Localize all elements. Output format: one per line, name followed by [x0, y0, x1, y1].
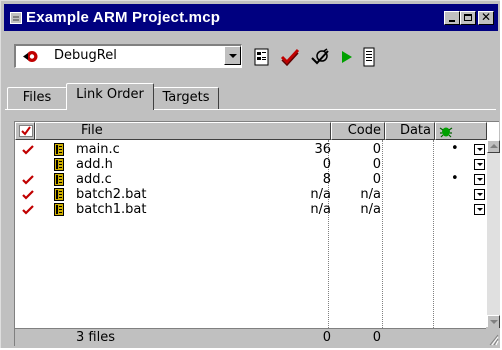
- file-name: batch2.bat: [76, 187, 147, 202]
- target-icon: [23, 51, 38, 62]
- target-value: DebugRel: [54, 48, 117, 63]
- close-button[interactable]: ✕: [478, 10, 494, 25]
- tab-files[interactable]: Files: [7, 87, 67, 109]
- data-size: n/a: [360, 202, 381, 217]
- code-total: 0: [322, 330, 331, 345]
- chevron-down-icon[interactable]: [224, 46, 241, 65]
- file-menu-button[interactable]: [474, 144, 485, 155]
- checkmark-icon[interactable]: [21, 188, 35, 201]
- data-size: 0: [372, 142, 381, 157]
- table-row[interactable]: add.c 8 0 •: [15, 171, 487, 187]
- debug-icon[interactable]: [336, 46, 358, 68]
- tab-targets[interactable]: Targets: [153, 87, 219, 109]
- make-icon[interactable]: [309, 46, 331, 68]
- file-icon: [54, 143, 64, 156]
- file-menu-button[interactable]: [474, 204, 485, 215]
- project-window: Example ARM Project.mcp ✕ DebugRel Files…: [0, 0, 500, 348]
- close-icon: ✕: [481, 10, 492, 24]
- table-row[interactable]: batch1.bat n/a n/a: [15, 202, 487, 217]
- code-size: 36: [314, 142, 331, 157]
- resize-grip[interactable]: [486, 327, 499, 346]
- file-name: add.h: [76, 157, 113, 172]
- file-icon: [54, 173, 64, 186]
- scroll-up-button[interactable]: [487, 140, 500, 153]
- file-list[interactable]: File Code Data main.c 36 0 • add.h 0 0 add.c 8 0 •…: [14, 121, 500, 347]
- checkmark-icon[interactable]: [21, 173, 35, 186]
- file-icon: [54, 203, 64, 216]
- file-name: main.c: [76, 142, 120, 157]
- title-bar[interactable]: Example ARM Project.mcp ✕: [4, 4, 498, 31]
- status-bar: 3 files 0 0: [15, 328, 487, 347]
- synchronize-modification-dates-icon[interactable]: [279, 46, 301, 68]
- file-name: batch1.bat: [76, 202, 147, 217]
- project-icon: [10, 12, 22, 24]
- code-size: n/a: [310, 187, 331, 202]
- tab-link-order[interactable]: Link Order: [66, 83, 154, 110]
- data-size: 0: [372, 157, 381, 172]
- table-row[interactable]: batch2.bat n/a n/a: [15, 187, 487, 202]
- file-name: add.c: [76, 172, 112, 187]
- code-size: 8: [322, 172, 331, 187]
- table-row[interactable]: main.c 36 0 •: [15, 141, 487, 157]
- checkmark-icon[interactable]: [21, 143, 35, 156]
- file-icon: [54, 158, 64, 171]
- checkmark-icon[interactable]: [21, 203, 35, 216]
- code-size: n/a: [310, 202, 331, 217]
- debug-column-header[interactable]: [435, 122, 487, 140]
- debug-marker[interactable]: •: [451, 141, 459, 156]
- file-menu-button[interactable]: [474, 189, 485, 200]
- resize-grip-icon: [489, 334, 499, 346]
- minimize-button[interactable]: [444, 11, 460, 25]
- file-menu-button[interactable]: [474, 174, 485, 185]
- window-title: Example ARM Project.mcp: [26, 9, 221, 26]
- project-inspector-icon[interactable]: [358, 46, 380, 68]
- data-size: n/a: [360, 187, 381, 202]
- file-count: 3 files: [76, 330, 115, 345]
- data-size: 0: [372, 172, 381, 187]
- data-column-header[interactable]: Data: [385, 122, 435, 140]
- debug-marker[interactable]: •: [451, 171, 459, 186]
- bug-icon: [439, 127, 453, 138]
- code-size: 0: [322, 157, 331, 172]
- vertical-scrollbar[interactable]: [487, 140, 500, 328]
- target-select[interactable]: DebugRel: [14, 44, 242, 68]
- file-menu-button[interactable]: [474, 159, 485, 170]
- checkmark-icon: [19, 125, 33, 137]
- maximize-button[interactable]: [460, 11, 476, 25]
- data-total: 0: [372, 330, 381, 345]
- target-settings-icon[interactable]: [251, 46, 273, 68]
- file-icon: [54, 188, 64, 201]
- table-row[interactable]: add.h 0 0: [15, 157, 487, 172]
- file-column-header[interactable]: File: [35, 122, 331, 140]
- checkmark-column-header[interactable]: [15, 122, 35, 140]
- code-column-header[interactable]: Code: [331, 122, 385, 140]
